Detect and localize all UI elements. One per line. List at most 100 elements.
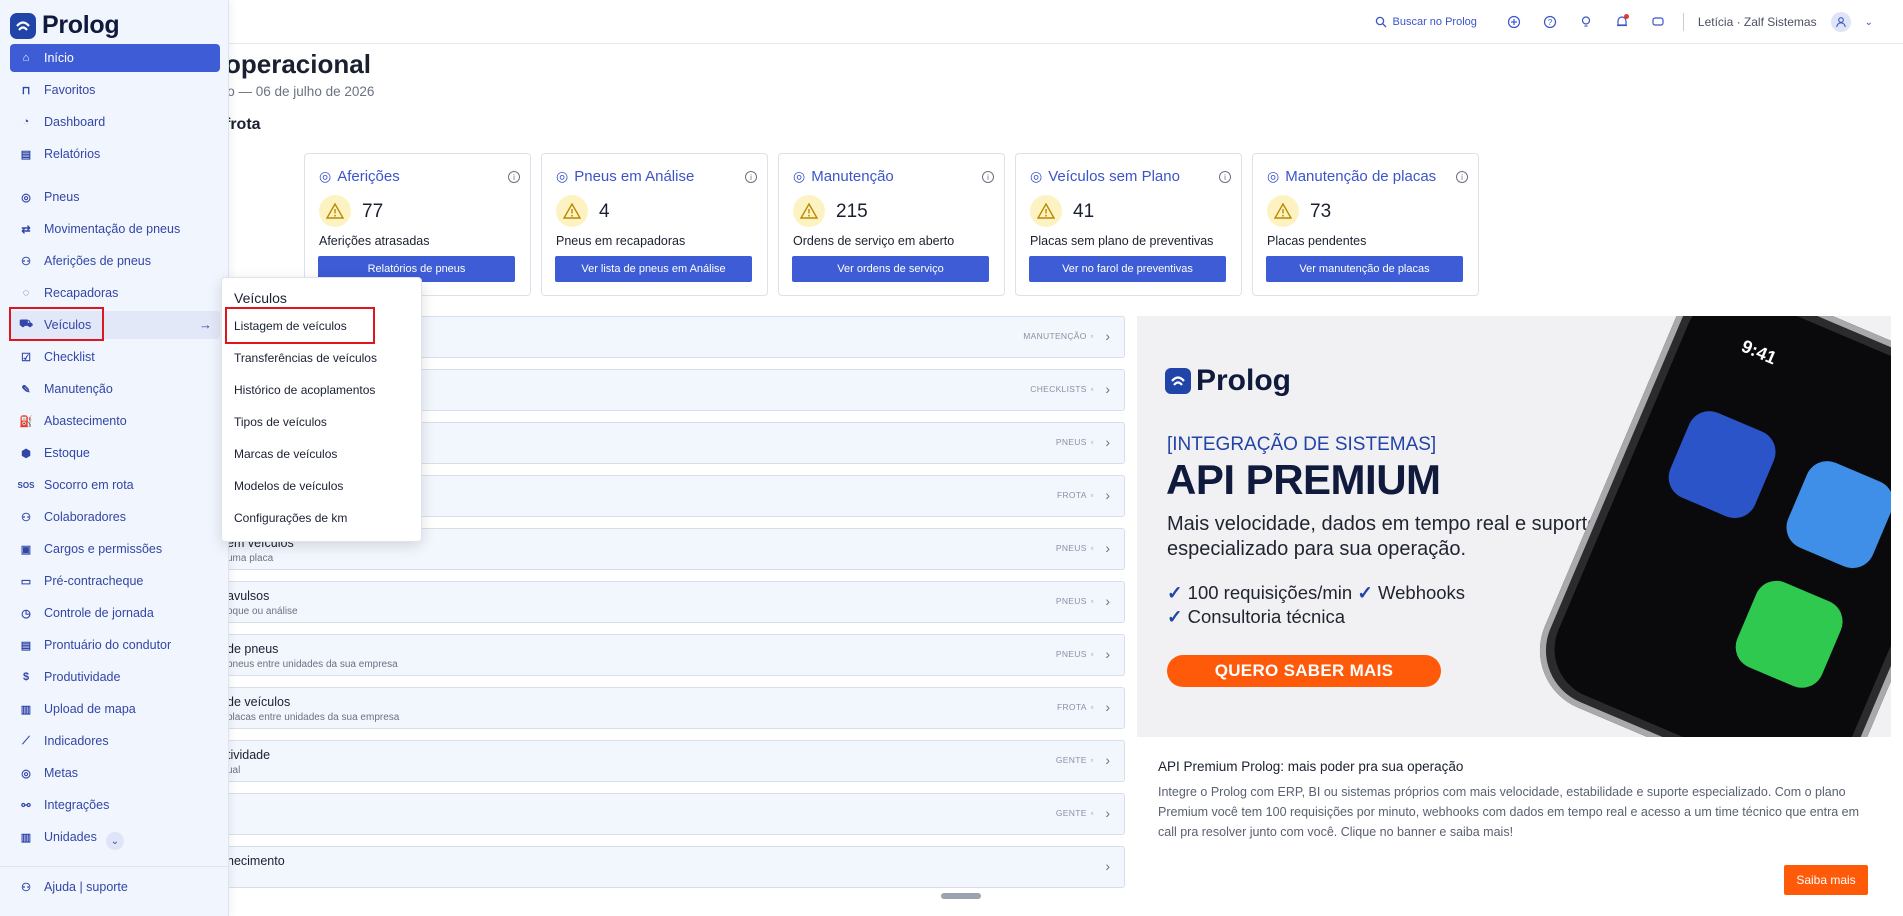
sidebar-item-relatorios[interactable]: ▤ Relatórios xyxy=(10,140,220,168)
card-header: ◎ Manutenção de placas xyxy=(1267,168,1436,185)
swap-icon: ⇄ xyxy=(21,223,31,236)
submenu-item[interactable]: Configurações de km xyxy=(234,511,347,525)
sidebar-item-produtividade[interactable]: $ Produtividade xyxy=(10,663,220,691)
card-value: 77 xyxy=(362,201,384,222)
chevron-down-icon[interactable]: ⌄ xyxy=(1865,17,1873,28)
info-icon[interactable]: i xyxy=(982,171,994,183)
list-item[interactable]: de pneus pneus entre unidades da sua empr… xyxy=(200,634,1125,676)
category-tag-label: GENTE xyxy=(1055,808,1087,818)
list-item-subtitle: placas entre unidades da sua empresa xyxy=(227,712,400,723)
card-icon: ◎ xyxy=(1267,168,1280,184)
card-action-button[interactable]: Ver lista de pneus em Análise xyxy=(555,256,752,282)
list-item[interactable]: de veículos placas entre unidades da sua … xyxy=(200,687,1125,729)
notification-bell-icon[interactable] xyxy=(1611,11,1633,33)
submenu-item[interactable]: Listagem de veículos xyxy=(234,319,347,333)
submenu-item[interactable]: Marcas de veículos xyxy=(234,447,337,461)
card-action-button[interactable]: Ver ordens de serviço xyxy=(792,256,989,282)
summary-card: ◎ Manutenção 215 Ver ordens de serviço i Orde… xyxy=(778,153,1005,296)
info-icon[interactable]: i xyxy=(1456,171,1468,183)
banner-kicker: [INTEGRAÇÃO DE SISTEMAS] xyxy=(1167,434,1437,455)
scroll-handle[interactable] xyxy=(941,893,981,899)
search-label: Buscar no Prolog xyxy=(1392,16,1477,28)
list-item-title: hecimento xyxy=(227,854,285,868)
sidebar-item-prontuario-do-condutor[interactable]: ▤ Prontuário do condutor xyxy=(10,631,220,659)
card-action-button[interactable]: Ver manutenção de placas xyxy=(1266,256,1463,282)
list-item-title: avulsos xyxy=(227,589,270,603)
truck-icon: ⛟ xyxy=(19,318,33,330)
banner-cta-button[interactable]: QUERO SABER MAIS xyxy=(1167,655,1441,687)
sidebar-item-colaboradores[interactable]: ⚇ Colaboradores xyxy=(10,503,220,531)
sidebar-item-label: Upload de mapa xyxy=(44,702,136,716)
category-icon: ▫ xyxy=(1090,331,1094,341)
global-search[interactable]: Buscar no Prolog xyxy=(1375,16,1477,28)
card-action-button[interactable]: Ver no farol de preventivas xyxy=(1029,256,1226,282)
section-title: frota xyxy=(225,116,261,133)
sidebar-item-metas[interactable]: ◎ Metas xyxy=(10,759,220,787)
sidebar-item-manutencao[interactable]: ✎ Manutenção xyxy=(10,375,220,403)
sidebar-item-pre-contracheque[interactable]: ▭ Pré-contracheque xyxy=(10,567,220,595)
saiba-mais-button[interactable]: Saiba mais xyxy=(1784,865,1868,895)
sidebar-item-label: Cargos e permissões xyxy=(44,542,163,556)
sidebar-item-cargos-e-permissoes[interactable]: ▣ Cargos e permissões xyxy=(10,535,220,563)
list-item[interactable]: hecimento › xyxy=(200,846,1125,888)
category-tag: PNEUS ▫ xyxy=(1056,596,1094,606)
sidebar-item-integracoes[interactable]: ⚯ Integrações xyxy=(10,791,220,819)
info-icon[interactable]: i xyxy=(1219,171,1231,183)
clock-icon: ◷ xyxy=(21,607,31,620)
list-item-title: de veículos xyxy=(227,695,291,709)
category-tag-label: PNEUS xyxy=(1055,649,1087,659)
user-label[interactable]: Letícia · Zalf Sistemas xyxy=(1698,15,1817,29)
notification-dot xyxy=(1623,14,1629,19)
sidebar-item-socorro-em-rota[interactable]: SOS Socorro em rota xyxy=(10,471,220,499)
sidebar-item-controle-de-jornada[interactable]: ◷ Controle de jornada xyxy=(10,599,220,627)
phone-screen: 9:41 xyxy=(1539,316,1891,737)
search-icon xyxy=(1375,16,1386,28)
category-icon: ▫ xyxy=(1090,702,1094,712)
sidebar-item-inicio[interactable]: ⌂ Início xyxy=(10,44,220,72)
submenu-item[interactable]: Modelos de veículos xyxy=(234,479,343,493)
list-item[interactable]: tividade ual GENTE ▫ › xyxy=(200,740,1125,782)
info-icon[interactable]: i xyxy=(508,171,520,183)
brand-logo[interactable]: Prolog xyxy=(10,11,120,40)
help-support-link[interactable]: ⚇ Ajuda | suporte xyxy=(10,873,220,901)
category-tag: PNEUS ▫ xyxy=(1056,543,1094,553)
sidebar-item-estoque[interactable]: ⬢ Estoque xyxy=(10,439,220,467)
sidebar-item-indicadores[interactable]: ⟋ Indicadores xyxy=(10,727,220,755)
sidebar-item-movimentacao-de-pneus[interactable]: ⇄ Movimentação de pneus xyxy=(10,215,220,243)
list-item[interactable]: GENTE ▫ › xyxy=(200,793,1125,835)
promo-banner[interactable]: Prolog [INTEGRAÇÃO DE SISTEMAS] API PREM… xyxy=(1137,316,1891,737)
check-icon: ✓ xyxy=(1167,606,1183,627)
sidebar-item-checklist[interactable]: ☑ Checklist xyxy=(10,343,220,371)
category-tag-label: PNEUS xyxy=(1055,437,1087,447)
list-item[interactable]: avulsos oque ou análise PNEUS ▫ › xyxy=(200,581,1125,623)
sidebar-item-favoritos[interactable]: ⊓ Favoritos xyxy=(10,76,220,104)
brand-name: Prolog xyxy=(42,11,120,39)
sidebar-item-pneus[interactable]: ◎ Pneus xyxy=(10,183,220,211)
info-icon[interactable]: i xyxy=(745,171,757,183)
expand-more-button[interactable]: ⌄ xyxy=(106,832,124,850)
card-title: Veículos sem Plano xyxy=(1048,168,1180,185)
lightbulb-icon[interactable] xyxy=(1575,11,1597,33)
sidebar-item-dashboard[interactable]: ◔ Dashboard xyxy=(10,108,220,136)
help-icon[interactable]: ? xyxy=(1539,11,1561,33)
submenu-item[interactable]: Tipos de veículos xyxy=(234,415,327,429)
avatar[interactable] xyxy=(1830,12,1851,32)
add-icon[interactable] xyxy=(1503,11,1525,33)
sidebar-item-veiculos[interactable]: ⛟ Veículos → xyxy=(10,311,220,339)
sidebar-item-upload-de-mapa[interactable]: ▥ Upload de mapa xyxy=(10,695,220,723)
sidebar-item-recapadoras[interactable]: ◌ Recapadoras xyxy=(10,279,220,307)
list-item-subtitle: uma placa xyxy=(227,553,274,564)
category-tag: PNEUS ▫ xyxy=(1056,649,1094,659)
sidebar-item-abastecimento[interactable]: ⛽ Abastecimento xyxy=(10,407,220,435)
prolog-logo-icon xyxy=(1165,368,1191,394)
sidebar-item-afericoes-de-pneus[interactable]: ⚇ Aferições de pneus xyxy=(10,247,220,275)
submenu-item[interactable]: Histórico de acoplamentos xyxy=(234,383,375,397)
submenu-item[interactable]: Transferências de veículos xyxy=(234,351,377,365)
summary-card: ◎ Pneus em Análise 4 Ver lista de pneus em … xyxy=(541,153,768,296)
card-description: Aferições atrasadas xyxy=(319,234,430,248)
chevron-right-icon: › xyxy=(1105,487,1110,503)
category-icon: ▫ xyxy=(1090,543,1094,553)
card-title: Manutenção de placas xyxy=(1285,168,1437,185)
chat-icon[interactable] xyxy=(1647,11,1669,33)
phone-time: 9:41 xyxy=(1738,335,1780,369)
